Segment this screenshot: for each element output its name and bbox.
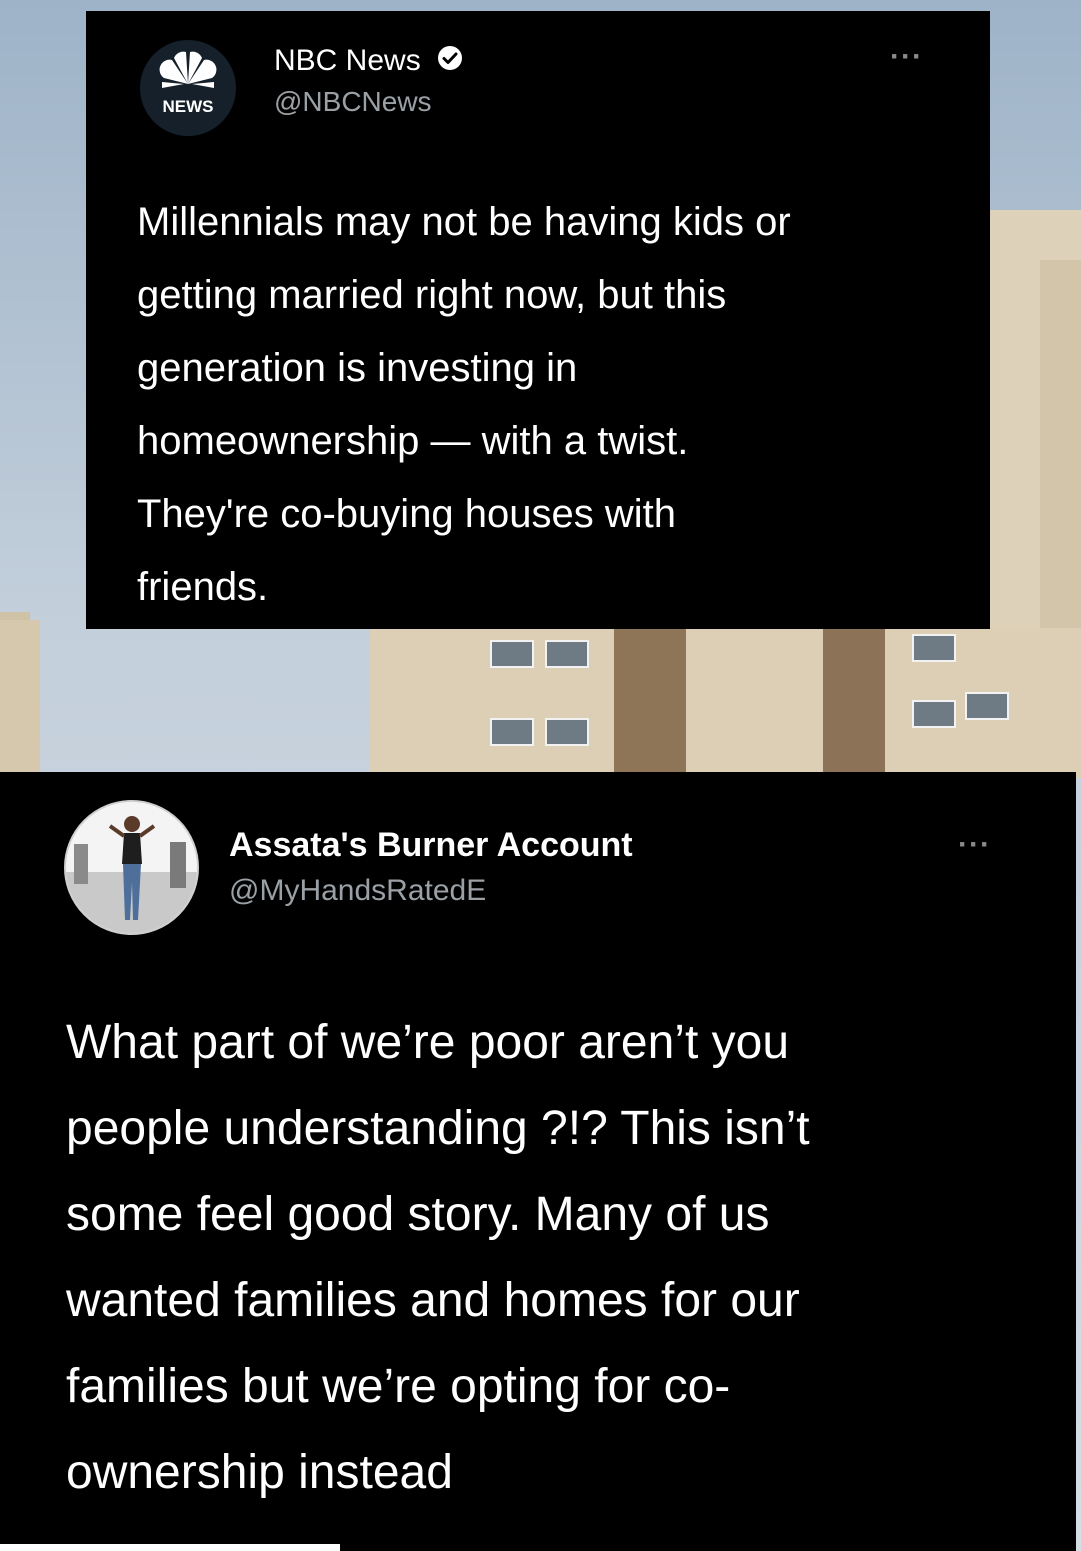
person-photo <box>66 802 197 933</box>
handle[interactable]: @NBCNews <box>274 86 432 118</box>
avatar-news-label: NEWS <box>163 97 214 116</box>
ellipsis-icon[interactable]: ··· <box>890 40 923 74</box>
verified-badge-icon <box>437 45 463 79</box>
building-right-edge <box>1040 260 1081 640</box>
user-avatar[interactable] <box>64 800 199 935</box>
window <box>545 640 589 668</box>
balcony-column <box>823 628 885 778</box>
window <box>545 718 589 746</box>
building-left <box>0 620 40 780</box>
display-name[interactable]: Assata's Burner Account <box>229 826 633 865</box>
ellipsis-icon[interactable]: ··· <box>958 828 991 862</box>
display-name-text[interactable]: NBC News <box>274 44 421 77</box>
balcony-column <box>614 628 686 778</box>
tweet-text: What part of we’re poor aren’t you peopl… <box>66 1016 810 1499</box>
display-name[interactable]: NBC News <box>274 44 463 79</box>
cropped-footer-edge <box>0 1544 340 1551</box>
tweet-text: Millennials may not be having kids or ge… <box>137 200 791 609</box>
window <box>912 700 956 728</box>
window <box>490 640 534 668</box>
nbc-news-avatar[interactable]: NEWS <box>140 40 236 136</box>
nbc-peacock-logo: NEWS <box>159 51 217 116</box>
handle[interactable]: @MyHandsRatedE <box>229 874 486 908</box>
window <box>912 634 956 662</box>
window <box>965 692 1009 720</box>
window <box>490 718 534 746</box>
